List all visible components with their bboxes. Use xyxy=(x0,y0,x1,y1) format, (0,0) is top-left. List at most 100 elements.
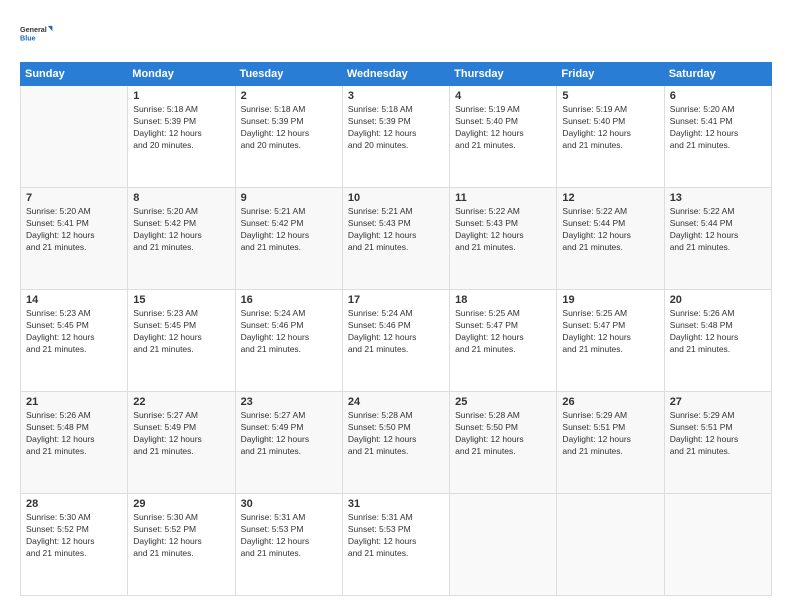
day-info: Sunrise: 5:23 AM Sunset: 5:45 PM Dayligh… xyxy=(133,308,229,356)
day-number: 6 xyxy=(670,90,766,102)
calendar-cell: 4 Sunrise: 5:19 AM Sunset: 5:40 PM Daylig… xyxy=(450,86,557,188)
week-row: 7 Sunrise: 5:20 AM Sunset: 5:41 PM Daylig… xyxy=(21,188,772,290)
day-number: 25 xyxy=(455,396,551,408)
calendar-cell: 3 Sunrise: 5:18 AM Sunset: 5:39 PM Daylig… xyxy=(342,86,449,188)
calendar-cell xyxy=(21,86,128,188)
calendar-cell: 25 Sunrise: 5:28 AM Sunset: 5:50 PM Dayli… xyxy=(450,392,557,494)
day-number: 26 xyxy=(562,396,658,408)
day-number: 9 xyxy=(241,192,337,204)
day-info: Sunrise: 5:22 AM Sunset: 5:44 PM Dayligh… xyxy=(670,206,766,254)
week-row: 21Sunrise: 5:26 AM Sunset: 5:48 PM Dayli… xyxy=(21,392,772,494)
day-info: Sunrise: 5:31 AM Sunset: 5:53 PM Dayligh… xyxy=(348,512,444,560)
weekday-header: Thursday xyxy=(450,63,557,86)
day-info: Sunrise: 5:29 AM Sunset: 5:51 PM Dayligh… xyxy=(562,410,658,458)
day-info: Sunrise: 5:30 AM Sunset: 5:52 PM Dayligh… xyxy=(26,512,122,560)
day-number: 30 xyxy=(241,498,337,510)
day-number: 14 xyxy=(26,294,122,306)
weekday-header: Sunday xyxy=(21,63,128,86)
calendar-cell: 24 Sunrise: 5:28 AM Sunset: 5:50 PM Dayli… xyxy=(342,392,449,494)
day-number: 1 xyxy=(133,90,229,102)
page: General Blue SundayMondayTuesdayWednesda… xyxy=(0,0,792,612)
calendar-cell: 5 Sunrise: 5:19 AM Sunset: 5:40 PM Daylig… xyxy=(557,86,664,188)
day-info: Sunrise: 5:18 AM Sunset: 5:39 PM Dayligh… xyxy=(133,104,229,152)
day-number: 24 xyxy=(348,396,444,408)
day-info: Sunrise: 5:21 AM Sunset: 5:42 PM Dayligh… xyxy=(241,206,337,254)
calendar-cell xyxy=(557,494,664,596)
calendar-cell: 20 Sunrise: 5:26 AM Sunset: 5:48 PM Dayli… xyxy=(664,290,771,392)
day-number: 10 xyxy=(348,192,444,204)
calendar-cell: 17Sunrise: 5:24 AM Sunset: 5:46 PM Dayli… xyxy=(342,290,449,392)
day-info: Sunrise: 5:22 AM Sunset: 5:44 PM Dayligh… xyxy=(562,206,658,254)
day-info: Sunrise: 5:25 AM Sunset: 5:47 PM Dayligh… xyxy=(455,308,551,356)
day-number: 11 xyxy=(455,192,551,204)
logo: General Blue xyxy=(20,16,56,52)
day-number: 19 xyxy=(562,294,658,306)
day-number: 22 xyxy=(133,396,229,408)
calendar-cell: 1 Sunrise: 5:18 AM Sunset: 5:39 PM Daylig… xyxy=(128,86,235,188)
day-number: 20 xyxy=(670,294,766,306)
week-row: 14 Sunrise: 5:23 AM Sunset: 5:45 PM Dayli… xyxy=(21,290,772,392)
logo-svg: General Blue xyxy=(20,16,56,52)
day-info: Sunrise: 5:19 AM Sunset: 5:40 PM Dayligh… xyxy=(455,104,551,152)
calendar-cell: 27Sunrise: 5:29 AM Sunset: 5:51 PM Dayli… xyxy=(664,392,771,494)
calendar-cell: 8Sunrise: 5:20 AM Sunset: 5:42 PM Daylig… xyxy=(128,188,235,290)
day-number: 3 xyxy=(348,90,444,102)
calendar-cell: 30 Sunrise: 5:31 AM Sunset: 5:53 PM Dayli… xyxy=(235,494,342,596)
week-row: 1 Sunrise: 5:18 AM Sunset: 5:39 PM Daylig… xyxy=(21,86,772,188)
day-number: 13 xyxy=(670,192,766,204)
calendar-cell: 13 Sunrise: 5:22 AM Sunset: 5:44 PM Dayli… xyxy=(664,188,771,290)
calendar-cell: 16 Sunrise: 5:24 AM Sunset: 5:46 PM Dayli… xyxy=(235,290,342,392)
weekday-header: Saturday xyxy=(664,63,771,86)
day-info: Sunrise: 5:20 AM Sunset: 5:41 PM Dayligh… xyxy=(26,206,122,254)
day-info: Sunrise: 5:19 AM Sunset: 5:40 PM Dayligh… xyxy=(562,104,658,152)
day-info: Sunrise: 5:26 AM Sunset: 5:48 PM Dayligh… xyxy=(670,308,766,356)
day-info: Sunrise: 5:24 AM Sunset: 5:46 PM Dayligh… xyxy=(241,308,337,356)
calendar-cell: 23Sunrise: 5:27 AM Sunset: 5:49 PM Dayli… xyxy=(235,392,342,494)
calendar-cell: 11 Sunrise: 5:22 AM Sunset: 5:43 PM Dayli… xyxy=(450,188,557,290)
day-number: 17 xyxy=(348,294,444,306)
day-number: 31 xyxy=(348,498,444,510)
day-info: Sunrise: 5:27 AM Sunset: 5:49 PM Dayligh… xyxy=(241,410,337,458)
day-number: 21 xyxy=(26,396,122,408)
weekday-header: Tuesday xyxy=(235,63,342,86)
calendar-cell: 9 Sunrise: 5:21 AM Sunset: 5:42 PM Daylig… xyxy=(235,188,342,290)
svg-text:General: General xyxy=(20,25,47,34)
calendar-cell: 21Sunrise: 5:26 AM Sunset: 5:48 PM Dayli… xyxy=(21,392,128,494)
weekday-header-row: SundayMondayTuesdayWednesdayThursdayFrid… xyxy=(21,63,772,86)
weekday-header: Wednesday xyxy=(342,63,449,86)
calendar-cell xyxy=(664,494,771,596)
day-number: 28 xyxy=(26,498,122,510)
week-row: 28 Sunrise: 5:30 AM Sunset: 5:52 PM Dayli… xyxy=(21,494,772,596)
day-info: Sunrise: 5:30 AM Sunset: 5:52 PM Dayligh… xyxy=(133,512,229,560)
day-number: 8 xyxy=(133,192,229,204)
day-number: 27 xyxy=(670,396,766,408)
calendar-cell: 10 Sunrise: 5:21 AM Sunset: 5:43 PM Dayli… xyxy=(342,188,449,290)
svg-text:Blue: Blue xyxy=(20,33,36,42)
calendar-cell: 2Sunrise: 5:18 AM Sunset: 5:39 PM Daylig… xyxy=(235,86,342,188)
day-info: Sunrise: 5:21 AM Sunset: 5:43 PM Dayligh… xyxy=(348,206,444,254)
day-info: Sunrise: 5:28 AM Sunset: 5:50 PM Dayligh… xyxy=(455,410,551,458)
calendar-cell: 12Sunrise: 5:22 AM Sunset: 5:44 PM Dayli… xyxy=(557,188,664,290)
day-number: 2 xyxy=(241,90,337,102)
day-number: 15 xyxy=(133,294,229,306)
day-number: 4 xyxy=(455,90,551,102)
calendar-cell xyxy=(450,494,557,596)
calendar-cell: 26 Sunrise: 5:29 AM Sunset: 5:51 PM Dayli… xyxy=(557,392,664,494)
calendar-cell: 18Sunrise: 5:25 AM Sunset: 5:47 PM Dayli… xyxy=(450,290,557,392)
day-info: Sunrise: 5:25 AM Sunset: 5:47 PM Dayligh… xyxy=(562,308,658,356)
day-info: Sunrise: 5:22 AM Sunset: 5:43 PM Dayligh… xyxy=(455,206,551,254)
day-number: 7 xyxy=(26,192,122,204)
day-info: Sunrise: 5:31 AM Sunset: 5:53 PM Dayligh… xyxy=(241,512,337,560)
day-number: 16 xyxy=(241,294,337,306)
calendar-cell: 22 Sunrise: 5:27 AM Sunset: 5:49 PM Dayli… xyxy=(128,392,235,494)
day-number: 5 xyxy=(562,90,658,102)
day-number: 29 xyxy=(133,498,229,510)
calendar-cell: 15 Sunrise: 5:23 AM Sunset: 5:45 PM Dayli… xyxy=(128,290,235,392)
day-info: Sunrise: 5:27 AM Sunset: 5:49 PM Dayligh… xyxy=(133,410,229,458)
calendar-cell: 7 Sunrise: 5:20 AM Sunset: 5:41 PM Daylig… xyxy=(21,188,128,290)
day-info: Sunrise: 5:28 AM Sunset: 5:50 PM Dayligh… xyxy=(348,410,444,458)
calendar-cell: 29 Sunrise: 5:30 AM Sunset: 5:52 PM Dayli… xyxy=(128,494,235,596)
day-info: Sunrise: 5:23 AM Sunset: 5:45 PM Dayligh… xyxy=(26,308,122,356)
day-info: Sunrise: 5:18 AM Sunset: 5:39 PM Dayligh… xyxy=(348,104,444,152)
calendar-table: SundayMondayTuesdayWednesdayThursdayFrid… xyxy=(20,62,772,596)
